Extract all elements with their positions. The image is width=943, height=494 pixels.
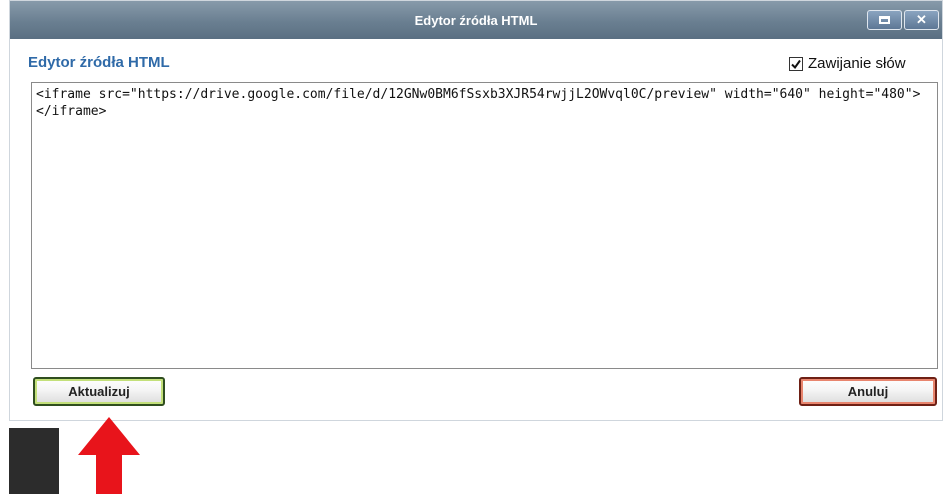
dialog-titlebar[interactable]: Edytor źródła HTML ✕ [10, 1, 942, 39]
word-wrap-label: Zawijanie słów [808, 55, 906, 72]
dialog-title: Edytor źródła HTML [414, 12, 538, 28]
source-code-textarea[interactable]: <iframe src="https://drive.google.com/fi… [31, 82, 938, 369]
html-source-dialog: Edytor źródła HTML ✕ Edytor źródła HTML … [9, 0, 943, 421]
word-wrap-checkbox[interactable] [789, 56, 803, 71]
background-panel [9, 428, 59, 494]
checkmark-icon [791, 59, 801, 69]
editor-heading: Edytor źródła HTML [28, 54, 170, 71]
cancel-button[interactable]: Anuluj [799, 377, 937, 406]
word-wrap-option[interactable]: Zawijanie słów [789, 55, 906, 72]
maximize-button[interactable] [867, 10, 902, 30]
close-button[interactable]: ✕ [904, 10, 939, 30]
maximize-icon [879, 16, 890, 24]
update-button[interactable]: Aktualizuj [33, 377, 165, 406]
close-icon: ✕ [916, 12, 927, 27]
red-arrow-annotation [78, 417, 140, 494]
